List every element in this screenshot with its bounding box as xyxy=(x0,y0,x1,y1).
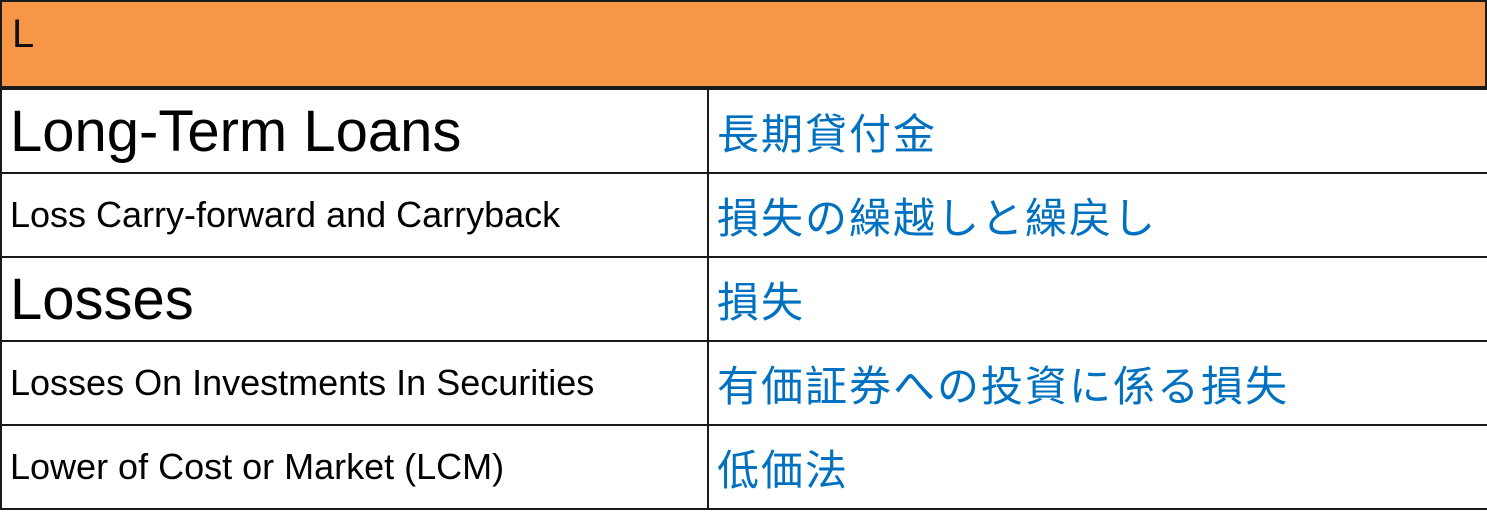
english-term: Losses On Investments In Securities xyxy=(10,362,595,403)
english-term: Long-Term Loans xyxy=(10,98,462,164)
japanese-term: 長期貸付金 xyxy=(717,109,938,159)
japanese-term-cell: 損失の繰越しと繰戻し xyxy=(707,172,1487,258)
japanese-term-cell: 損失 xyxy=(707,256,1487,342)
table-row: Losses On Investments In Securities 有価証券… xyxy=(0,340,1487,426)
english-term-cell: Loss Carry-forward and Carryback xyxy=(0,172,709,258)
section-header: L xyxy=(0,0,1487,88)
table-row: Loss Carry-forward and Carryback 損失の繰越しと… xyxy=(0,172,1487,258)
japanese-term-cell: 長期貸付金 xyxy=(707,88,1487,174)
english-term: Lower of Cost or Market (LCM) xyxy=(10,446,505,487)
english-term-cell: Losses On Investments In Securities xyxy=(0,340,709,426)
english-term-cell: Losses xyxy=(0,256,709,342)
english-term-cell: Long-Term Loans xyxy=(0,88,709,174)
japanese-term: 損失の繰越しと繰戻し xyxy=(717,193,1158,243)
english-term: Loss Carry-forward and Carryback xyxy=(10,194,561,235)
glossary-table: Long-Term Loans 長期貸付金 Loss Carry-forward… xyxy=(0,88,1487,510)
english-term: Losses xyxy=(10,266,194,332)
section-letter: L xyxy=(12,12,35,56)
japanese-term-cell: 有価証券への投資に係る損失 xyxy=(707,340,1487,426)
table-row: Losses 損失 xyxy=(0,256,1487,342)
english-term-cell: Lower of Cost or Market (LCM) xyxy=(0,424,709,510)
japanese-term: 有価証券への投資に係る損失 xyxy=(717,361,1290,411)
glossary-sheet: L Long-Term Loans 長期貸付金 Loss Carry-forwa… xyxy=(0,0,1487,530)
japanese-term: 低価法 xyxy=(717,445,850,495)
table-row: Long-Term Loans 長期貸付金 xyxy=(0,88,1487,174)
table-row: Lower of Cost or Market (LCM) 低価法 xyxy=(0,424,1487,510)
japanese-term: 損失 xyxy=(717,277,806,327)
japanese-term-cell: 低価法 xyxy=(707,424,1487,510)
